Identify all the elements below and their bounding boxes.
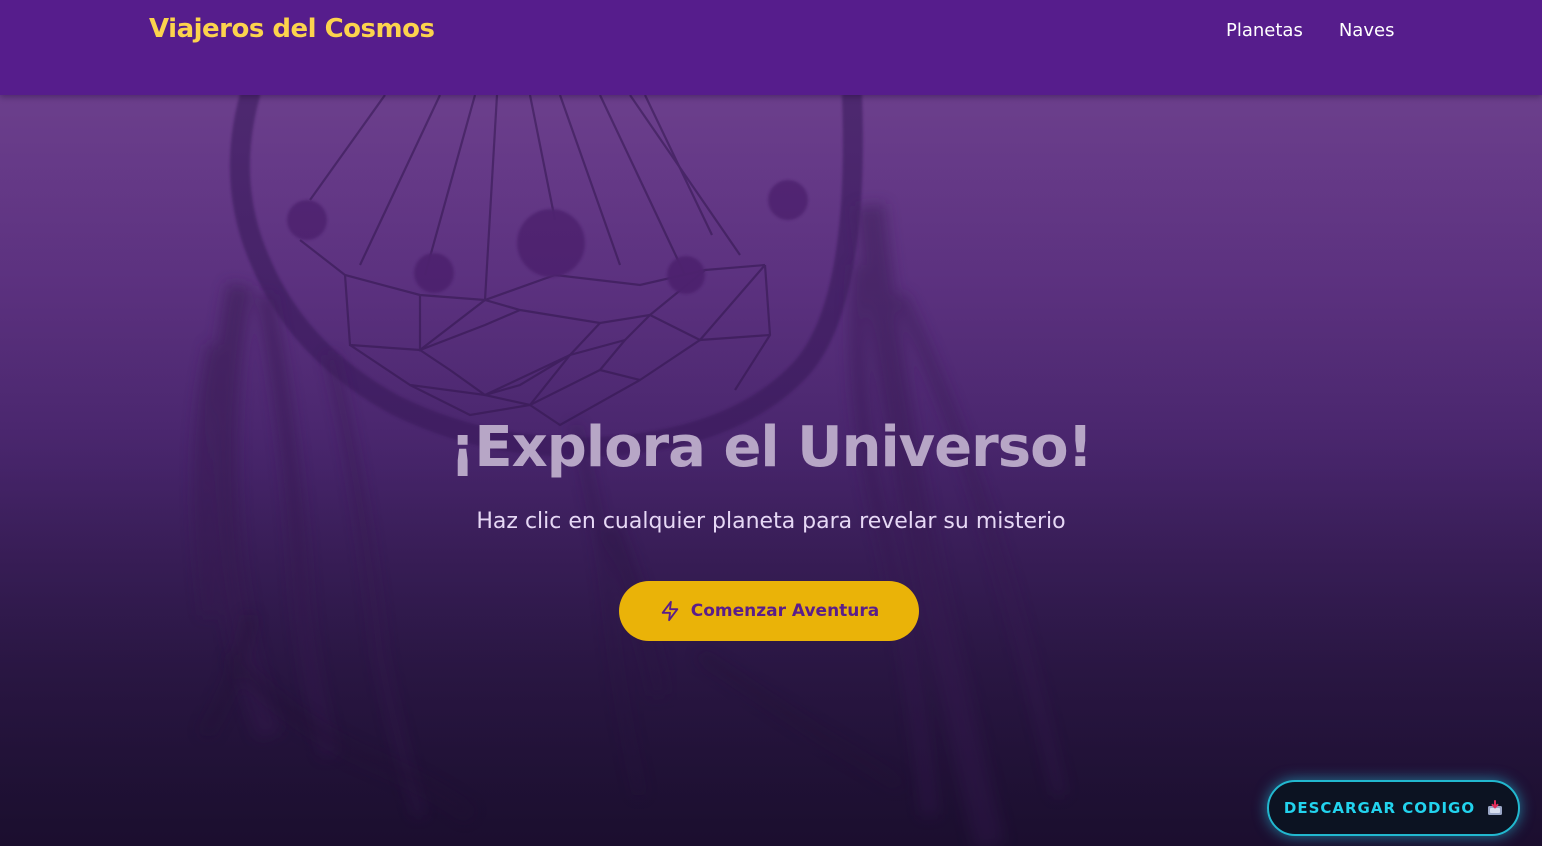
lightning-bolt-icon xyxy=(661,600,678,622)
nav-link-planetas[interactable]: Planetas xyxy=(1226,20,1303,41)
start-adventure-button[interactable]: Comenzar Aventura xyxy=(619,581,919,641)
start-adventure-label: Comenzar Aventura xyxy=(690,601,880,621)
download-code-button[interactable]: DESCARGAR CODIGO xyxy=(1267,780,1520,836)
download-code-label: DESCARGAR CODIGO xyxy=(1283,799,1476,817)
brand-logo[interactable]: Viajeros del Cosmos xyxy=(149,14,435,44)
hero-section: ¡Explora el Universo! Haz clic en cualqu… xyxy=(0,95,1542,846)
nav-link-naves[interactable]: Naves xyxy=(1339,20,1395,41)
inbox-tray-icon xyxy=(1488,800,1503,815)
hero-subtitle: Haz clic en cualquier planeta para revel… xyxy=(476,509,1066,534)
navbar: Viajeros del Cosmos Planetas Naves xyxy=(0,0,1542,95)
hero-title: ¡Explora el Universo! xyxy=(449,415,1093,480)
nav-links: Planetas Naves xyxy=(1226,20,1394,41)
page: Viajeros del Cosmos Planetas Naves ¡Expl… xyxy=(0,0,1542,846)
